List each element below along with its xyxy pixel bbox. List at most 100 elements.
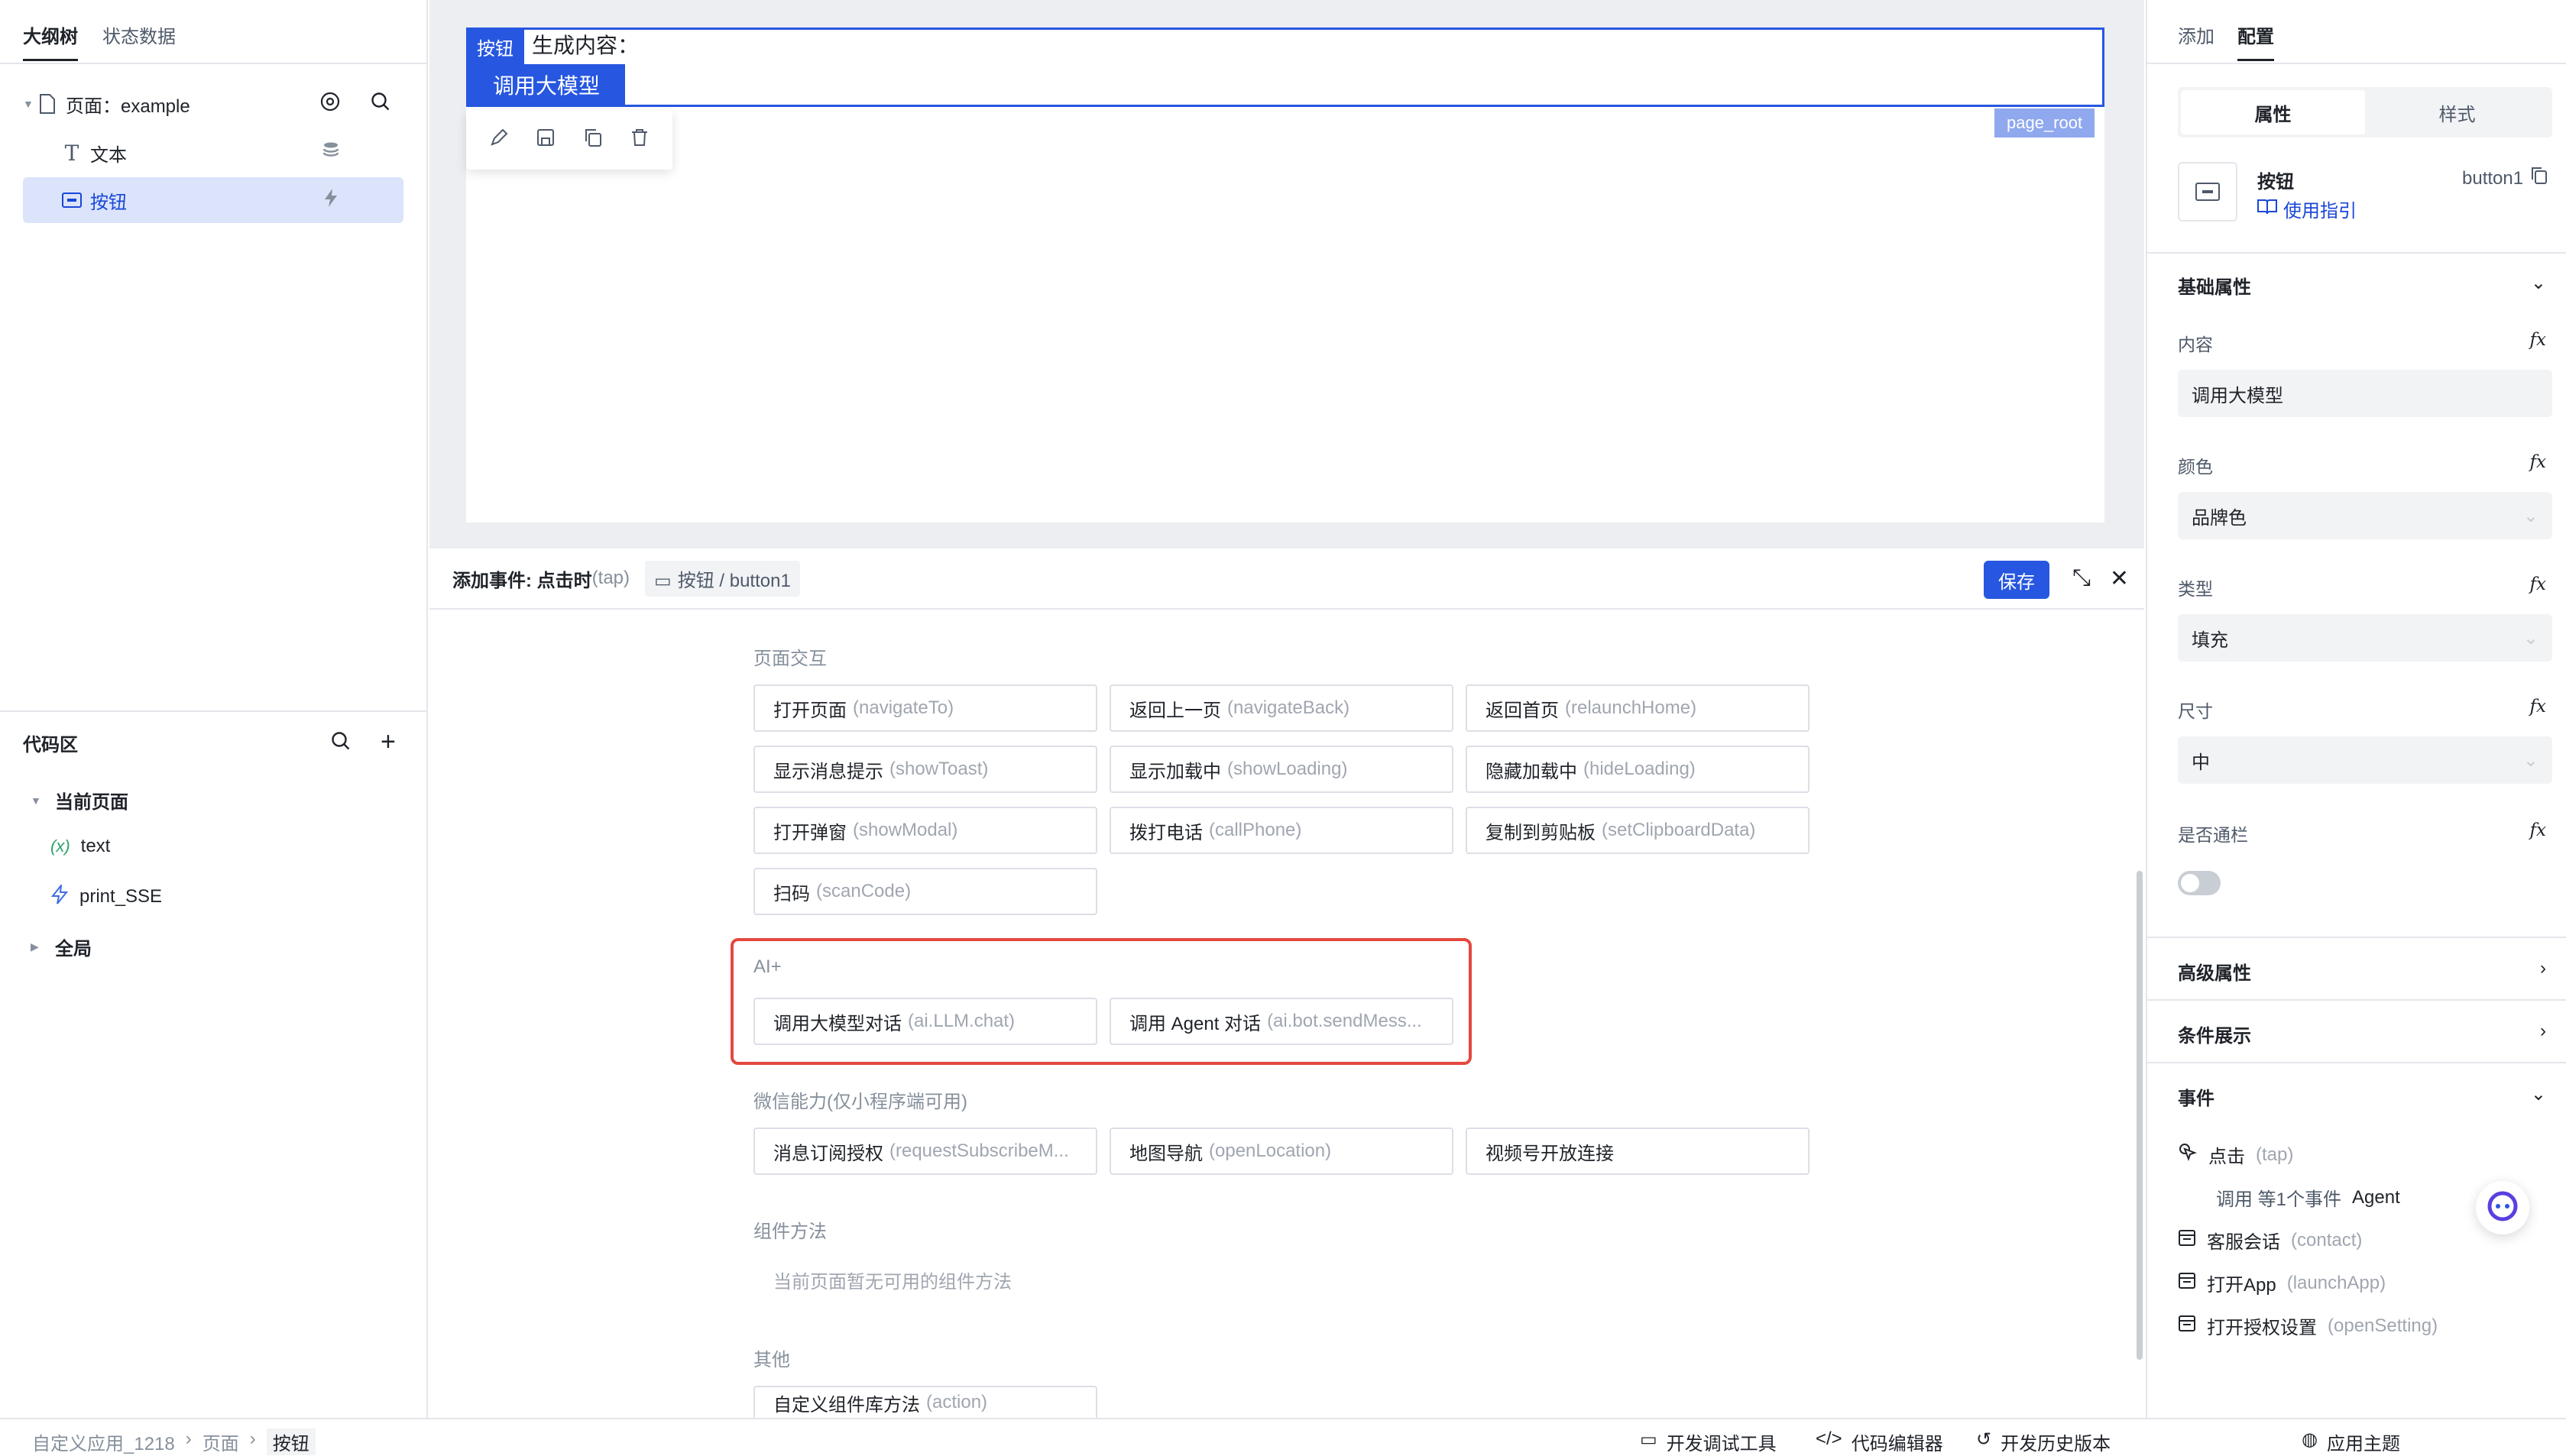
event-api: (launchApp) (2286, 1272, 2386, 1293)
section-label: 基础属性 (2178, 277, 2251, 298)
fx-icon[interactable]: fx (2530, 574, 2546, 600)
action-show-loading[interactable]: 显示加载中 (showLoading) (1110, 746, 1453, 793)
breadcrumb-current[interactable]: 按钮 (266, 1428, 316, 1455)
action-show-toast[interactable]: 显示消息提示 (showToast) (753, 746, 1097, 793)
dev-tools-button[interactable]: ▭ 开发调试工具 (1640, 1428, 1777, 1455)
action-api: (scanCode) (816, 881, 912, 901)
plus-icon[interactable]: + (381, 727, 396, 757)
segment-attributes[interactable]: 属性 (2181, 90, 2365, 134)
advanced-attributes-header[interactable]: 高级属性 › (2178, 958, 2546, 985)
code-icon: </> (1816, 1428, 1842, 1449)
status-bar: 自定义应用_1218 › 页面 › 按钮 ▭ 开发调试工具 </> 代码编辑器 … (0, 1418, 2566, 1456)
action-agent-chat[interactable]: 调用 Agent 对话 (ai.bot.sendMess... (1110, 998, 1453, 1045)
event-contact[interactable]: 客服会话 (contact) (2178, 1227, 2362, 1254)
search-icon[interactable] (370, 91, 391, 118)
tree-item-text[interactable]: T 文本 (23, 130, 403, 176)
event-panel-header: 添加事件: 点击时 (tap) ▭ 按钮 / button1 保存 ⤡ ✕ (429, 548, 2144, 610)
action-api: (openLocation) (1209, 1141, 1332, 1161)
action-hide-loading[interactable]: 隐藏加载中 (hideLoading) (1466, 746, 1809, 793)
expand-icon[interactable]: ⤡ (2072, 565, 2091, 591)
tab-state-data[interactable]: 状态数据 (102, 21, 176, 61)
block-toggle[interactable] (2178, 871, 2221, 895)
basic-attributes-header[interactable]: 基础属性 ⌄ (2178, 272, 2546, 299)
tab-add[interactable]: 添加 (2178, 21, 2214, 61)
caret-right-icon[interactable]: ▶ (31, 940, 44, 953)
action-label: 返回首页 (1485, 700, 1559, 721)
calendar-icon (2178, 1271, 2196, 1295)
copy-icon[interactable] (2531, 167, 2548, 190)
action-request-subscribe[interactable]: 消息订阅授权 (requestSubscribeM... (753, 1128, 1097, 1175)
usage-guide-link[interactable]: 使用指引 (2257, 196, 2357, 222)
action-set-clipboard[interactable]: 复制到剪贴板 (setClipboardData) (1466, 807, 1809, 854)
tab-outline-tree[interactable]: 大纲树 (23, 21, 78, 61)
call-llm-button[interactable]: 调用大模型 (468, 64, 625, 105)
action-scan-code[interactable]: 扫码 (scanCode) (753, 868, 1097, 915)
action-navigate-to[interactable]: 打开页面 (navigateTo) (753, 684, 1097, 732)
close-icon[interactable]: ✕ (2110, 565, 2129, 592)
fx-icon[interactable]: fx (2530, 330, 2546, 356)
page-canvas[interactable]: 生成内容： 调用大模型 按钮 page_root (466, 28, 2104, 523)
database-icon (322, 141, 339, 165)
action-llm-chat[interactable]: 调用大模型对话 (ai.LLM.chat) (753, 998, 1097, 1045)
copy-icon[interactable] (583, 128, 603, 153)
event-tap[interactable]: 点击 (tap) (2178, 1141, 2293, 1168)
event-panel-scrollbar[interactable] (2137, 871, 2143, 1360)
tree-item-button[interactable]: 按钮 (23, 177, 403, 223)
app-theme-label: 应用主题 (2326, 1434, 2400, 1454)
component-toolbar (466, 110, 672, 170)
attr-style-switch: 属性 样式 (2178, 87, 2552, 138)
palette-icon: ◍ (2302, 1429, 2318, 1450)
caret-down-icon[interactable]: ▼ (31, 794, 44, 807)
action-api: (requestSubscribeM... (889, 1141, 1069, 1161)
condition-display-header[interactable]: 条件展示 › (2178, 1021, 2546, 1047)
size-select[interactable]: 中 ⌄ (2178, 736, 2552, 784)
event-open-setting[interactable]: 打开授权设置 (openSetting) (2178, 1312, 2438, 1339)
action-show-modal[interactable]: 打开弹窗 (showModal) (753, 807, 1097, 854)
selected-component-outline[interactable] (466, 28, 2104, 107)
edit-icon[interactable] (489, 128, 509, 153)
action-custom-component[interactable]: 自定义组件库方法 (action) (753, 1386, 1097, 1418)
lightning-icon (50, 882, 69, 909)
action-label: 调用 Agent 对话 (1129, 1013, 1262, 1034)
action-call-phone[interactable]: 拨打电话 (callPhone) (1110, 807, 1453, 854)
component-name: 按钮 (2257, 172, 2294, 193)
action-channels-connect[interactable]: 视频号开放连接 (1466, 1128, 1809, 1175)
delete-icon[interactable] (630, 128, 650, 153)
assistant-bot-button[interactable] (2476, 1181, 2529, 1234)
breadcrumb-page[interactable]: 页面 (202, 1428, 239, 1455)
caret-down-icon[interactable]: ▼ (23, 98, 37, 110)
fx-icon[interactable]: fx (2530, 820, 2546, 846)
color-select[interactable]: 品牌色 ⌄ (2178, 492, 2552, 539)
save-icon[interactable] (536, 128, 556, 153)
type-select[interactable]: 填充 ⌄ (2178, 614, 2552, 662)
action-api: (hideLoading) (1583, 759, 1696, 779)
action-api: (navigateBack) (1227, 697, 1350, 718)
content-input[interactable]: 调用大模型 (2178, 370, 2552, 417)
search-icon[interactable] (330, 730, 352, 756)
fx-icon[interactable]: fx (2530, 452, 2546, 478)
action-label: 消息订阅授权 (773, 1143, 883, 1164)
divider (2147, 252, 2566, 254)
action-label: 隐藏加载中 (1485, 761, 1577, 782)
events-header[interactable]: 事件 ⌄ (2178, 1083, 2546, 1110)
app-theme-button[interactable]: ◍ 应用主题 (2302, 1428, 2400, 1455)
code-item-print-sse[interactable]: print_SSE (50, 882, 162, 909)
code-editor-button[interactable]: </> 代码编辑器 (1816, 1428, 1943, 1455)
breadcrumb-app[interactable]: 自定义应用_1218 (32, 1428, 175, 1455)
action-relaunch-home[interactable]: 返回首页 (relaunchHome) (1466, 684, 1809, 732)
save-button[interactable]: 保存 (1984, 561, 2049, 599)
fx-icon[interactable]: fx (2530, 697, 2546, 723)
event-tap-detail[interactable]: 调用 等1个事件 Agent (2216, 1184, 2400, 1211)
action-navigate-back[interactable]: 返回上一页 (navigateBack) (1110, 684, 1453, 732)
history-button[interactable]: ↺ 开发历史版本 (1976, 1428, 2111, 1455)
action-open-location[interactable]: 地图导航 (openLocation) (1110, 1128, 1453, 1175)
code-item-text[interactable]: (x) text (50, 836, 110, 857)
code-group-global[interactable]: ▶ 全局 (31, 933, 92, 960)
generated-content-text[interactable]: 生成内容： (532, 29, 639, 60)
code-group-current-page[interactable]: ▼ 当前页面 (31, 787, 128, 814)
segment-style[interactable]: 样式 (2365, 90, 2549, 134)
tab-config[interactable]: 配置 (2237, 21, 2274, 61)
event-launch-app[interactable]: 打开App (launchApp) (2178, 1270, 2386, 1296)
tree-item-page[interactable]: ▼ 页面：example (23, 81, 403, 127)
settings-icon[interactable] (319, 91, 341, 118)
